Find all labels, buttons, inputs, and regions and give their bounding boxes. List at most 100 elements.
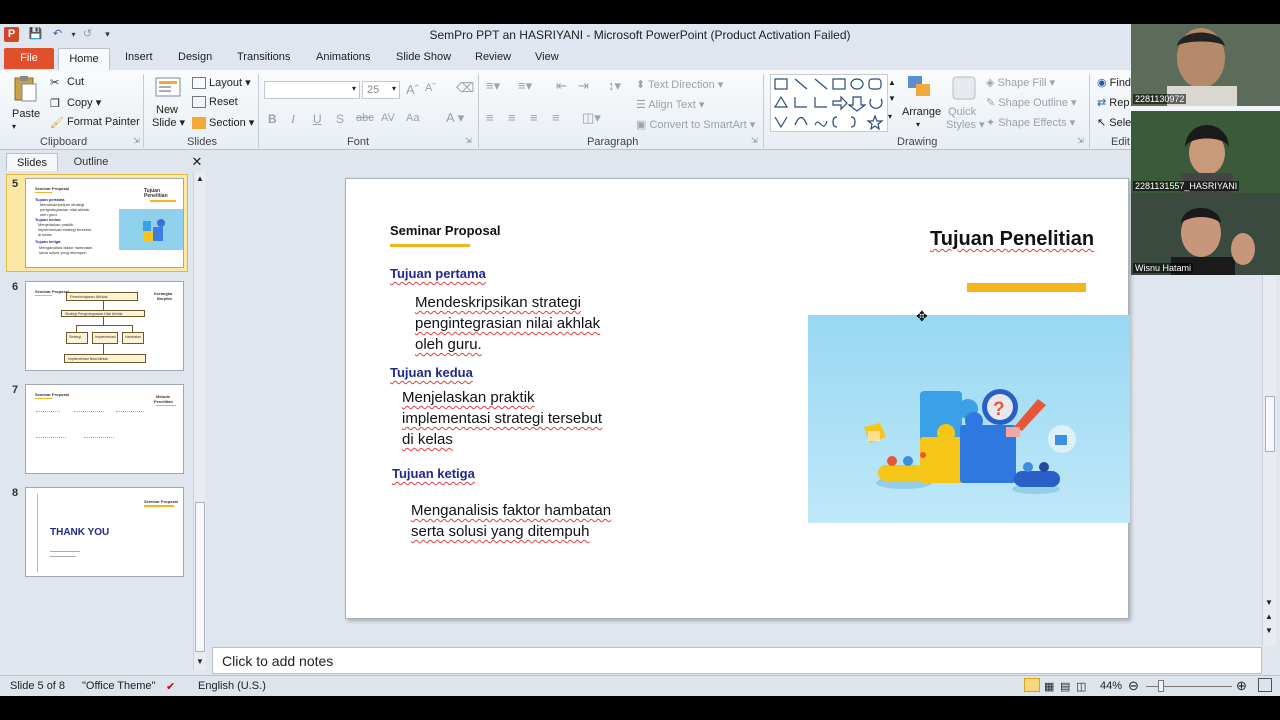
decrease-indent-icon[interactable]: ⇤ [556, 78, 567, 94]
tab-insert[interactable]: Insert [125, 51, 153, 63]
gallery-scroll-down-icon[interactable]: ▼ [888, 94, 896, 103]
underline-icon[interactable]: U [313, 112, 322, 126]
shadow-icon[interactable]: S [336, 112, 344, 126]
font-name-combo[interactable]: ▾ [264, 81, 360, 99]
slide-thumb-6[interactable]: Seminar Proposal Kerangka Berpikir Pembe… [25, 281, 184, 371]
clipboard-launcher-icon[interactable]: ⇲ [133, 136, 140, 145]
shape-outline-button[interactable]: ✎ Shape Outline ▾ [986, 96, 1077, 109]
drawing-launcher-icon[interactable]: ⇲ [1077, 136, 1084, 145]
tab-slides[interactable]: Slides [6, 153, 58, 171]
bullets-icon[interactable]: ≡▾ [486, 78, 500, 94]
section-button[interactable]: Section ▾ [192, 116, 254, 130]
slide-thumb-5[interactable]: Seminar Proposal Tujuan Penelitian Tujua… [25, 178, 184, 268]
align-left-icon[interactable]: ≡ [486, 110, 494, 125]
slide-thumb-8[interactable]: Seminar Proposal THANK YOU [25, 487, 184, 577]
paste-button[interactable]: Paste [12, 108, 40, 120]
align-text-button[interactable]: ☰ Align Text ▾ [636, 98, 704, 111]
paragraph-launcher-icon[interactable]: ⇲ [751, 136, 758, 145]
font-size-combo[interactable]: 25 ▾ [362, 81, 400, 99]
quick-styles-icon[interactable] [950, 74, 978, 102]
cut-button[interactable]: ✂ Cut [50, 76, 84, 89]
replace-button[interactable]: ⇄ Rep [1097, 96, 1129, 109]
select-button[interactable]: ↖ Sele [1097, 116, 1131, 129]
scroll-down-icon[interactable]: ▼ [1265, 598, 1273, 607]
tab-transitions[interactable]: Transitions [237, 51, 290, 63]
fit-to-window-icon[interactable] [1258, 678, 1272, 692]
participant-video-1[interactable]: 2281130972 [1131, 24, 1280, 106]
text-direction-button[interactable]: ⬍ Text Direction ▾ [636, 78, 723, 91]
grow-font-icon[interactable]: Aˆ [406, 82, 419, 97]
arrange-button[interactable]: Arrange [902, 106, 941, 118]
tab-view[interactable]: View [535, 51, 559, 63]
tab-home[interactable]: Home [58, 48, 110, 70]
tab-review[interactable]: Review [475, 51, 511, 63]
clear-formatting-icon[interactable]: ⌫ [456, 80, 474, 96]
character-spacing-icon[interactable]: AV [381, 112, 395, 124]
tab-outline[interactable]: Outline [62, 153, 120, 171]
language-indicator[interactable]: English (U.S.) [198, 680, 266, 692]
scroll-thumb[interactable] [1265, 396, 1275, 452]
previous-slide-icon[interactable]: ▲ [1265, 612, 1273, 621]
change-case-icon[interactable]: Aa [406, 112, 419, 124]
scroll-up-icon[interactable]: ▲ [196, 174, 204, 183]
reset-button[interactable]: Reset [192, 96, 238, 109]
quick-styles-label-1[interactable]: Quick [948, 106, 976, 118]
justify-icon[interactable]: ≡ [552, 110, 560, 125]
paste-icon[interactable] [12, 74, 40, 102]
shrink-font-icon[interactable]: Aˇ [425, 82, 436, 94]
slide-sorter-icon[interactable]: ▦ [1044, 680, 1054, 693]
reading-view-icon[interactable]: ▤ [1060, 680, 1070, 693]
next-slide-icon[interactable]: ▼ [1265, 626, 1273, 635]
zoom-slider-thumb[interactable] [1158, 680, 1164, 692]
notes-pane[interactable]: Click to add notes [212, 647, 1262, 674]
participant-video-2[interactable]: 2281131557_HASRIYANI [1131, 111, 1280, 193]
arrange-icon[interactable] [906, 74, 934, 102]
align-center-icon[interactable]: ≡ [508, 110, 516, 125]
new-slide-label-1[interactable]: New [156, 104, 178, 116]
numbering-icon[interactable]: ≡▾ [518, 78, 532, 94]
tab-design[interactable]: Design [178, 51, 212, 63]
zoom-level[interactable]: 44% [1100, 680, 1122, 692]
gallery-scroll-up-icon[interactable]: ▲ [888, 78, 896, 87]
zoom-out-icon[interactable]: ⊖ [1128, 678, 1139, 694]
tab-slide-show[interactable]: Slide Show [396, 51, 451, 63]
puzzle-illustration[interactable]: ? [808, 315, 1130, 523]
tab-animations[interactable]: Animations [316, 51, 370, 63]
participant-video-3[interactable]: Wisnu Hatami [1131, 193, 1280, 275]
new-slide-icon[interactable] [154, 74, 182, 102]
theme-name[interactable]: "Office Theme" [82, 680, 155, 692]
italic-icon[interactable]: I [291, 112, 295, 127]
shape-fill-button[interactable]: ◈ Shape Fill ▾ [986, 76, 1055, 89]
font-launcher-icon[interactable]: ⇲ [465, 136, 472, 145]
paste-dropdown-icon[interactable]: ▾ [12, 122, 16, 131]
columns-icon[interactable]: ◫▾ [582, 110, 601, 126]
format-painter-button[interactable]: 🖌 Format Painter [50, 116, 140, 129]
slide-show-icon[interactable]: ◫ [1076, 680, 1086, 693]
align-right-icon[interactable]: ≡ [530, 110, 538, 125]
close-icon[interactable]: ✕ [190, 153, 204, 171]
bold-icon[interactable]: B [268, 112, 277, 126]
gallery-more-icon[interactable]: ▾ [888, 112, 892, 121]
scroll-thumb[interactable] [195, 502, 205, 652]
copy-button[interactable]: ❐ Copy ▾ [50, 96, 101, 110]
find-button[interactable]: ◉ Find [1097, 76, 1131, 89]
new-slide-label-2[interactable]: Slide ▾ [152, 116, 185, 129]
shape-effects-button[interactable]: ✦ Shape Effects ▾ [986, 116, 1075, 129]
slide-thumb-7[interactable]: Seminar Proposal Metode Penelitian [25, 384, 184, 474]
quick-styles-label-2[interactable]: Styles ▾ [946, 118, 985, 131]
font-color-icon[interactable]: A ▾ [446, 110, 464, 126]
slide-canvas[interactable]: Seminar Proposal Tujuan Penelitian Tujua… [345, 178, 1130, 619]
shapes-gallery[interactable] [770, 74, 888, 132]
increase-indent-icon[interactable]: ⇥ [578, 78, 589, 94]
arrange-dropdown-icon[interactable]: ▾ [916, 120, 920, 129]
convert-smartart-button[interactable]: ▣ Convert to SmartArt ▾ [636, 118, 755, 131]
strikethrough-icon[interactable]: abc [356, 112, 374, 124]
spell-check-icon[interactable]: ✔ [166, 680, 175, 693]
line-spacing-icon[interactable]: ↕▾ [608, 78, 621, 94]
normal-view-icon[interactable] [1024, 678, 1040, 692]
zoom-in-icon[interactable]: ⊕ [1236, 678, 1247, 694]
tab-file[interactable]: File [4, 48, 54, 69]
layout-button[interactable]: Layout ▾ [192, 76, 251, 90]
slides-panel-scrollbar[interactable]: ▲ ▼ [193, 172, 206, 670]
scroll-down-icon[interactable]: ▼ [196, 657, 204, 666]
